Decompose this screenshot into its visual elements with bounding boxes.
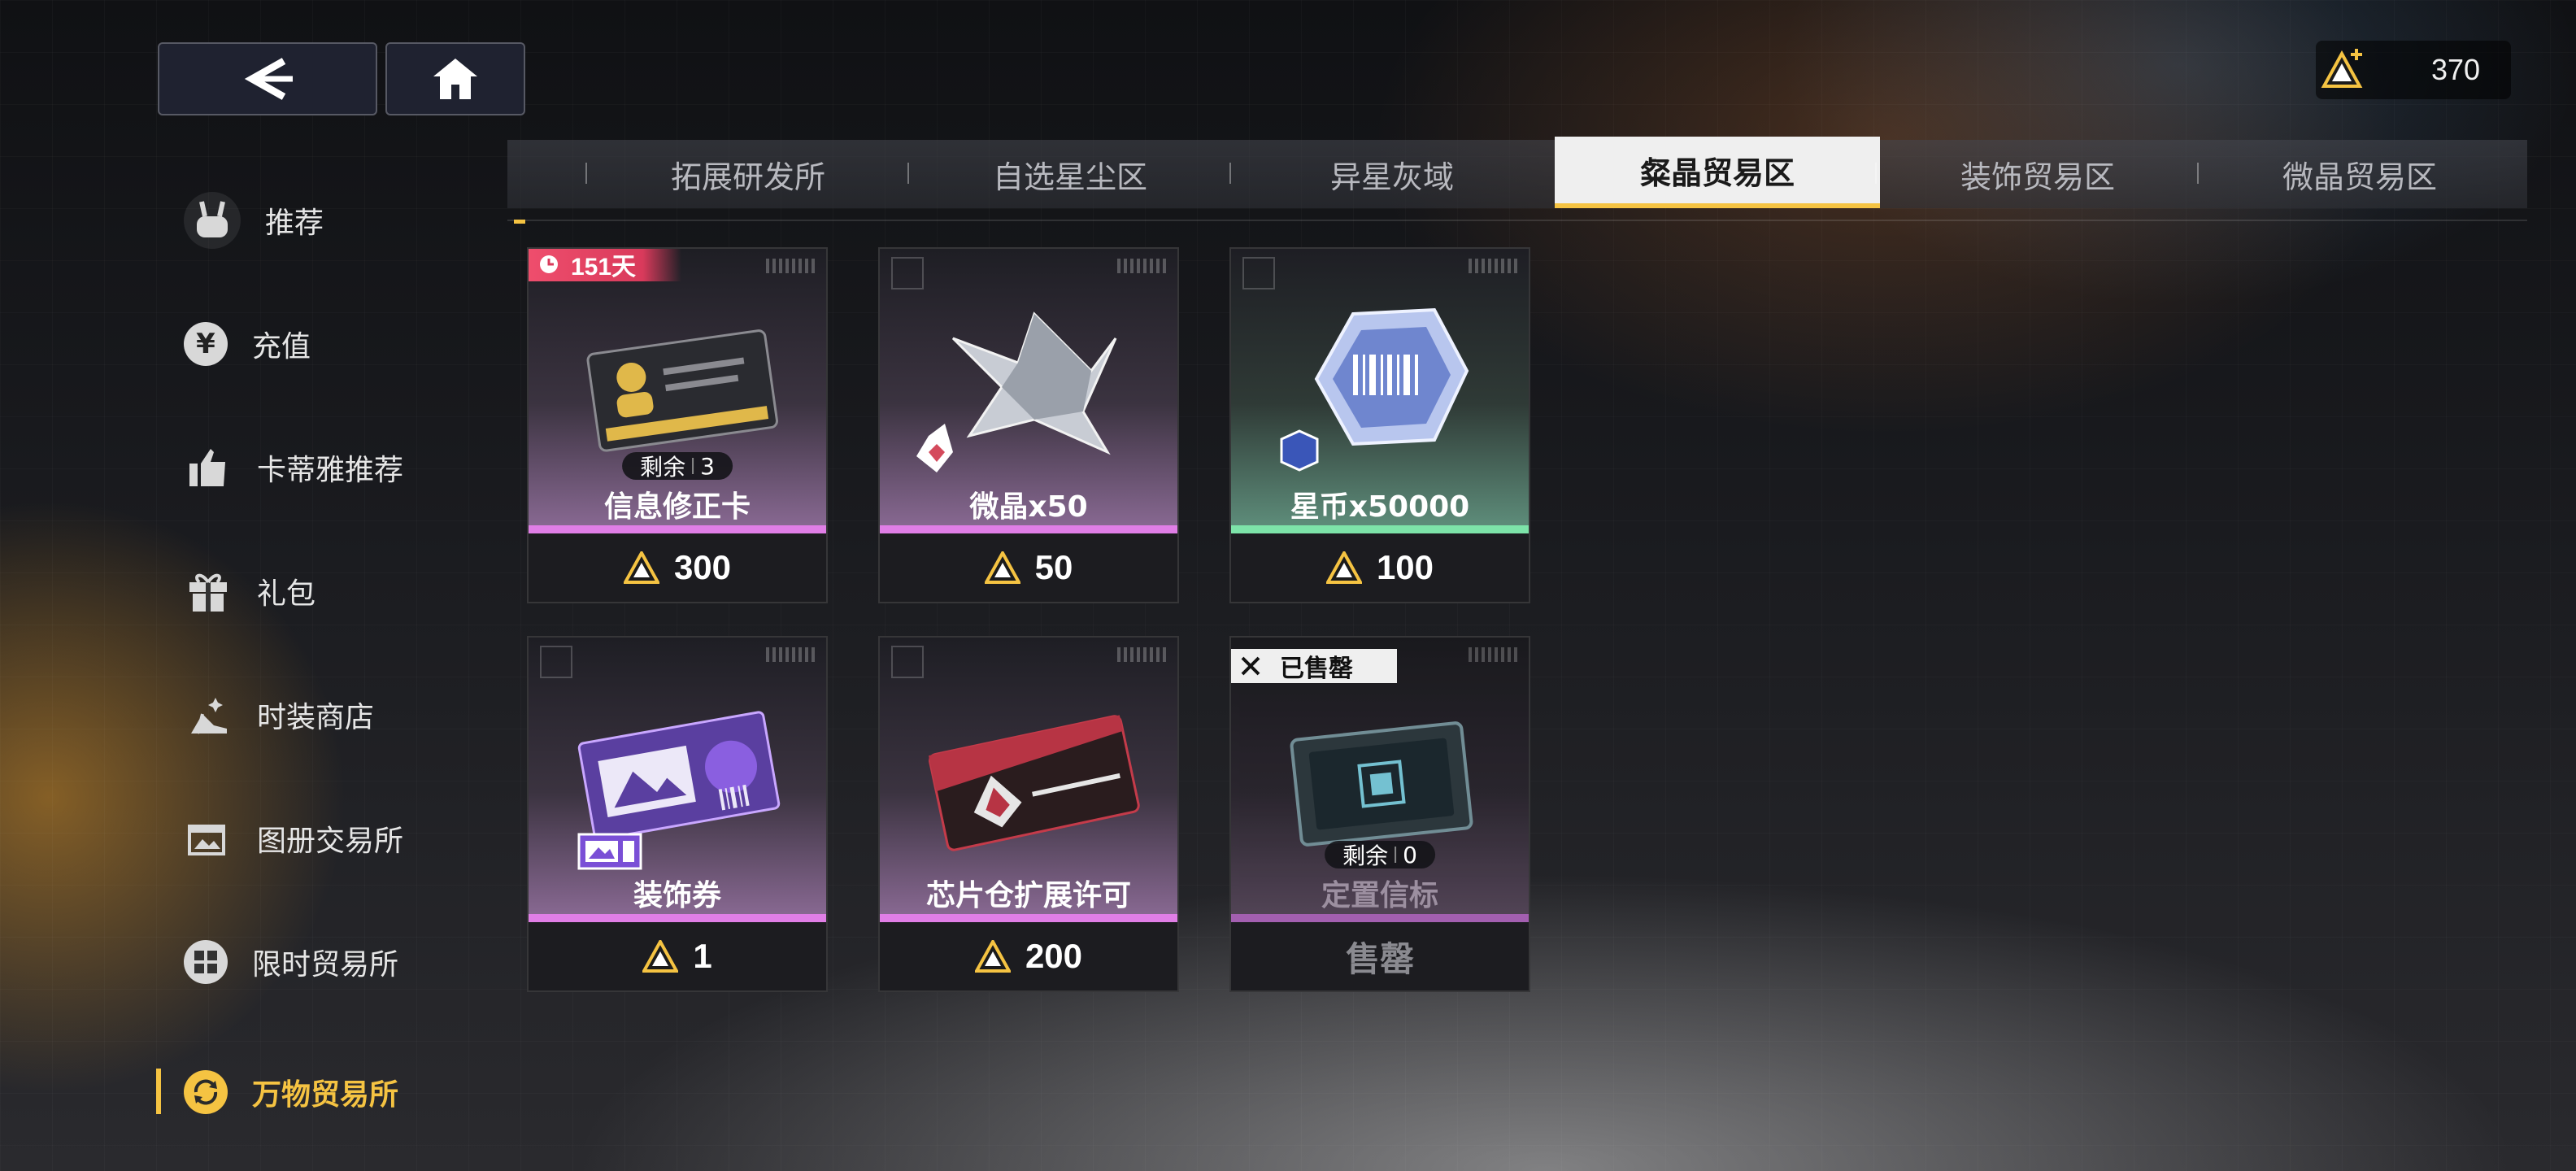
- tab-crystal-trade[interactable]: 粲晶贸易区: [1555, 137, 1880, 208]
- tab-label: 拓展研发所: [670, 159, 825, 195]
- stock-remaining: 剩余 3: [622, 452, 733, 481]
- clock-icon: [540, 255, 558, 273]
- sidebar-item-limited-trade[interactable]: 限时贸易所: [184, 925, 398, 999]
- close-icon: [1241, 656, 1260, 676]
- triangle-crystal-icon: [623, 551, 659, 584]
- sidebar-item-label: 礼包: [257, 577, 316, 611]
- stock-count: 0: [1403, 841, 1417, 868]
- triangle-crystal-icon: [984, 551, 1020, 584]
- high-heel-icon: [184, 690, 233, 739]
- item-name: 微晶x50: [969, 490, 1088, 524]
- stock-label: 剩余: [1342, 842, 1389, 869]
- item-name: 星币x50000: [1290, 490, 1470, 524]
- sidebar-item-label: 时装商店: [257, 701, 375, 734]
- item-name: 信息修正卡: [603, 490, 751, 524]
- sidebar-active-indicator: [156, 1069, 161, 1114]
- item-name: 定置信标: [1321, 879, 1438, 912]
- sidebar-item-katya-recommend[interactable]: 卡蒂雅推荐: [184, 431, 403, 504]
- back-arrow-icon: [244, 58, 293, 100]
- thumbs-up-icon: [184, 443, 233, 492]
- sidebar-item-label: 卡蒂雅推荐: [257, 454, 404, 487]
- decoration-qr: [891, 257, 924, 289]
- tab-label: 自选星尘区: [992, 159, 1147, 195]
- decoration-barcode: [1117, 647, 1166, 662]
- sold-out-label: 已售罄: [1280, 655, 1353, 683]
- sold-out-price-label: 售罄: [1345, 938, 1414, 979]
- exchange-icon: [184, 1070, 228, 1114]
- tab-underline-accent: [514, 220, 525, 224]
- tab-alien-grey-zone[interactable]: 异星灰域: [1229, 140, 1555, 208]
- price-row: 300: [529, 533, 826, 602]
- sidebar-item-universal-trade[interactable]: 万物贸易所: [184, 1056, 398, 1129]
- sidebar-item-recommend[interactable]: 推荐: [184, 184, 324, 257]
- item-price: 1: [693, 937, 712, 975]
- sidebar-item-label: 推荐: [265, 207, 324, 240]
- tab-underline: [507, 220, 2527, 221]
- price-row: 200: [880, 922, 1177, 990]
- price-row: 售罄: [1231, 922, 1529, 990]
- shop-item-card-sold-out[interactable]: 已售罄 剩余 0 定置信标 售罄: [1229, 636, 1530, 992]
- sidebar-item-fashion-store[interactable]: 时装商店: [184, 678, 374, 751]
- sidebar-item-label: 限时贸易所: [252, 948, 399, 982]
- sold-out-badge: 已售罄: [1231, 649, 1397, 683]
- shop-item-card[interactable]: 151天 剩余 3 信息修正卡 300: [527, 247, 828, 603]
- stock-count: 3: [700, 452, 715, 480]
- item-name: 芯片仓扩展许可: [925, 879, 1131, 912]
- item-price: 200: [1025, 937, 1083, 975]
- sidebar-item-album-exchange[interactable]: 图册交易所: [184, 802, 403, 875]
- decoration-barcode: [766, 259, 815, 273]
- decoration-barcode: [1469, 647, 1517, 662]
- sidebar-item-label: 万物贸易所: [252, 1078, 399, 1112]
- grid-icon: [184, 940, 228, 984]
- decoration-qr: [1242, 257, 1275, 289]
- sidebar-item-label: 图册交易所: [257, 825, 404, 858]
- tab-label: 微晶贸易区: [2282, 159, 2437, 195]
- decoration-barcode: [1469, 259, 1517, 273]
- shop-item-card[interactable]: 芯片仓扩展许可 200: [878, 636, 1179, 992]
- triangle-crystal-icon: [642, 940, 679, 973]
- sidebar-item-gift-pack[interactable]: 礼包: [184, 555, 315, 628]
- sidebar-item-recharge[interactable]: ¥ 充值: [184, 307, 311, 381]
- tab-microcrystal-trade[interactable]: 微晶贸易区: [2197, 140, 2522, 208]
- tab-stardust-select[interactable]: 自选星尘区: [907, 140, 1233, 208]
- item-price: 50: [1034, 548, 1073, 586]
- yen-icon: ¥: [184, 322, 228, 366]
- stock-label: 剩余: [640, 454, 686, 481]
- category-tab-bar: 拓展研发所 自选星尘区 异星灰域 粲晶贸易区 装饰贸易区 微晶贸易区: [507, 137, 2527, 208]
- home-icon: [433, 59, 477, 99]
- currency-display[interactable]: 370: [2316, 41, 2511, 99]
- tab-label: 装饰贸易区: [1960, 159, 2115, 195]
- tab-label: 粲晶贸易区: [1639, 155, 1795, 191]
- shop-item-card[interactable]: 微晶x50 50: [878, 247, 1179, 603]
- home-button[interactable]: [385, 42, 525, 115]
- back-button[interactable]: [158, 42, 377, 115]
- shop-item-card[interactable]: 装饰券 1: [527, 636, 828, 992]
- decoration-qr: [540, 646, 572, 678]
- limited-time-badge: 151天: [529, 249, 681, 281]
- item-name: 装饰券: [633, 879, 721, 912]
- decoration-barcode: [1117, 259, 1166, 273]
- tab-decoration-trade[interactable]: 装饰贸易区: [1875, 140, 2200, 208]
- decoration-barcode: [766, 647, 815, 662]
- item-price: 100: [1376, 548, 1434, 586]
- shop-item-card[interactable]: 星币x50000 100: [1229, 247, 1530, 603]
- triangle-crystal-icon: [1325, 551, 1362, 584]
- item-price: 300: [673, 548, 732, 586]
- stock-remaining: 剩余 0: [1325, 841, 1435, 869]
- price-row: 50: [880, 533, 1177, 602]
- time-remaining: 151天: [571, 254, 637, 281]
- decoration-qr: [891, 646, 924, 678]
- triangle-crystal-icon: [2316, 41, 2374, 99]
- price-row: 1: [529, 922, 826, 990]
- image-type-badge: [577, 833, 642, 870]
- gift-icon: [184, 567, 233, 616]
- price-row: 100: [1231, 533, 1529, 602]
- sidebar-item-label: 充值: [252, 330, 311, 363]
- tab-expansion-lab[interactable]: 拓展研发所: [585, 140, 911, 208]
- rabbit-icon: [184, 192, 241, 249]
- triangle-crystal-icon: [974, 940, 1011, 973]
- tab-label: 异星灰域: [1329, 159, 1454, 195]
- currency-amount: 370: [2431, 53, 2481, 86]
- album-icon: [184, 814, 233, 863]
